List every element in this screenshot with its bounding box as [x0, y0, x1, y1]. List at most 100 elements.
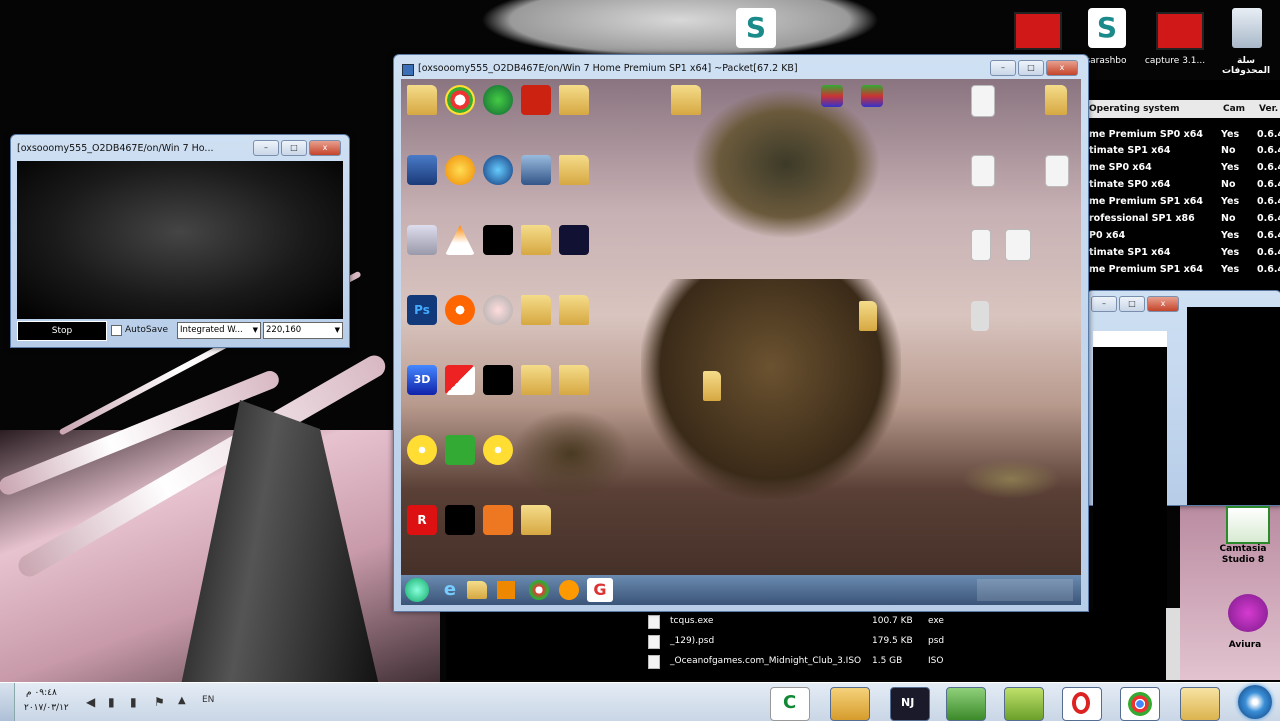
folder-icon[interactable]	[521, 365, 551, 395]
folder-icon[interactable]	[559, 155, 589, 185]
computer-icon[interactable]	[407, 155, 437, 185]
file-row[interactable]: tcqus.exe 100.7 KB exe	[648, 612, 1168, 630]
close-button[interactable]: x	[309, 140, 341, 156]
recycle-bin-icon[interactable]	[407, 225, 437, 255]
maximize-button[interactable]: □	[1018, 60, 1044, 76]
table-row[interactable]: rofessional SP1 x86No0.6.4	[1085, 210, 1280, 227]
vlc-icon[interactable]	[445, 225, 475, 255]
close-button[interactable]: x	[1046, 60, 1078, 76]
green-app-icon[interactable]	[946, 687, 986, 721]
column-header-cam[interactable]: Cam	[1223, 100, 1245, 118]
source-select[interactable]: Integrated W... ▼	[177, 322, 261, 339]
3d-app-icon[interactable]: 3D	[407, 365, 437, 395]
remote-start-button[interactable]	[405, 578, 429, 602]
remote-taskbar-google-icon[interactable]: G	[587, 578, 613, 602]
desktop-icon-video1[interactable]	[1014, 12, 1062, 50]
table-row[interactable]: me Premium SP1 x64Yes0.6.4	[1085, 193, 1280, 210]
column-header-os[interactable]: Operating system	[1089, 100, 1179, 118]
folder-icon[interactable]	[559, 85, 589, 115]
language-indicator[interactable]: EN	[202, 695, 214, 705]
table-row[interactable]: P0 x64Yes0.6.4	[1085, 227, 1280, 244]
maximize-button[interactable]: □	[281, 140, 307, 156]
close-button[interactable]: x	[1147, 296, 1179, 312]
app-icon[interactable]: R	[407, 505, 437, 535]
aviura-desktop-icon[interactable]	[1228, 594, 1268, 632]
desktop-icon-s1[interactable]: S	[736, 8, 776, 48]
camtasia-desktop-icon[interactable]	[1226, 506, 1270, 544]
power-icon[interactable]: ▮	[130, 695, 137, 709]
ultraiso-icon[interactable]	[445, 155, 475, 185]
app-icon[interactable]	[483, 365, 513, 395]
windows-start-icon[interactable]	[1238, 685, 1272, 719]
background-window[interactable]: – □ x	[1086, 290, 1280, 647]
remote-taskbar-media-icon[interactable]	[497, 581, 515, 599]
file-icon[interactable]	[971, 85, 995, 117]
file-row[interactable]: _129).psd 179.5 KB psd	[648, 632, 1168, 650]
table-row[interactable]: timate SP0 x64No0.6.4	[1085, 176, 1280, 193]
remote-taskbar-ie-icon[interactable]: e	[439, 579, 461, 601]
minimize-button[interactable]: –	[253, 140, 279, 156]
folder-icon[interactable]	[521, 225, 551, 255]
clock-date[interactable]: ٢٠١٧/٠٣/١٢	[24, 703, 69, 713]
folder-icon[interactable]	[703, 371, 721, 401]
clock-time[interactable]: ٠٩:٤٨ م	[26, 688, 57, 698]
remote-system-tray[interactable]	[977, 579, 1073, 601]
photoshop-icon[interactable]: Ps	[407, 295, 437, 325]
app-icon[interactable]	[445, 295, 475, 325]
volume-icon[interactable]: ◀	[86, 695, 95, 709]
chrome-icon[interactable]	[445, 85, 475, 115]
table-row[interactable]: me SP0 x64Yes0.6.4	[1085, 159, 1280, 176]
folder-icon[interactable]	[521, 505, 551, 535]
folder-icon[interactable]	[1045, 85, 1067, 115]
image-file-icon[interactable]	[1005, 229, 1031, 261]
folder-icon[interactable]	[859, 301, 877, 331]
folder-icon[interactable]	[671, 85, 701, 115]
minimize-button[interactable]: –	[990, 60, 1016, 76]
file-icon[interactable]	[971, 155, 995, 187]
remote-screen[interactable]: Ps 3D R e G	[401, 79, 1081, 605]
tray-chevron-icon[interactable]: ▲	[178, 695, 186, 706]
explorer-icon[interactable]	[1180, 687, 1220, 721]
internet-download-icon[interactable]	[483, 85, 513, 115]
winrar-icon[interactable]	[821, 85, 843, 107]
nj-icon[interactable]: NJ	[890, 687, 930, 721]
table-row[interactable]: timate SP1 x64Yes0.6.4	[1085, 244, 1280, 261]
app-icon[interactable]	[559, 225, 589, 255]
shield-icon[interactable]	[445, 365, 475, 395]
winrar-icon[interactable]	[861, 85, 883, 107]
stop-button[interactable]: Stop	[17, 321, 107, 341]
folder-icon[interactable]	[521, 295, 551, 325]
flag-icon[interactable]: ⚑	[154, 695, 165, 709]
table-row[interactable]: me Premium SP0 x64Yes0.6.4	[1085, 126, 1280, 143]
file-icon[interactable]	[1045, 155, 1069, 187]
table-row[interactable]: me Premium SP1 x64Yes0.6.4	[1085, 261, 1280, 278]
file-icon[interactable]	[971, 229, 991, 261]
camtasia-icon[interactable]: C	[770, 687, 810, 721]
camtasia-icon[interactable]	[445, 435, 475, 465]
poweriso-icon[interactable]	[521, 155, 551, 185]
scrollbar[interactable]	[1166, 608, 1180, 680]
avatar-icon[interactable]	[830, 687, 870, 721]
app-icon[interactable]	[971, 301, 989, 331]
folder-icon[interactable]	[407, 85, 437, 115]
app-icon[interactable]	[483, 295, 513, 325]
table-row[interactable]: timate SP1 x64No0.6.4	[1085, 142, 1280, 159]
desktop-icon-video2[interactable]	[1156, 12, 1204, 50]
webcam-window[interactable]: [oxsooomy555_O2DB467E/on/Win 7 Ho... – □…	[10, 134, 350, 348]
network-icon[interactable]: ▮	[108, 695, 115, 709]
folder-icon[interactable]	[559, 295, 589, 325]
opera-icon[interactable]	[1062, 687, 1102, 721]
disc-icon[interactable]	[407, 435, 437, 465]
recycle-bin-icon[interactable]	[1232, 8, 1262, 48]
network-icon[interactable]	[483, 155, 513, 185]
resolution-select[interactable]: 220,160 ▼	[263, 322, 343, 339]
file-row[interactable]: _Oceanofgames.com_Midnight_Club_3.ISO 1.…	[648, 652, 1168, 670]
sync-icon[interactable]	[1004, 687, 1044, 721]
media-icon[interactable]	[483, 225, 513, 255]
desktop-icon-s2[interactable]: S	[1088, 8, 1126, 48]
remote-taskbar-app-icon[interactable]	[559, 580, 579, 600]
column-header-ver[interactable]: Ver.	[1259, 100, 1278, 118]
app-icon[interactable]	[483, 505, 513, 535]
remote-taskbar-chrome-icon[interactable]	[529, 580, 549, 600]
remote-desktop-window[interactable]: [oxsooomy555_O2DB467E/on/Win 7 Home Prem…	[393, 54, 1089, 612]
